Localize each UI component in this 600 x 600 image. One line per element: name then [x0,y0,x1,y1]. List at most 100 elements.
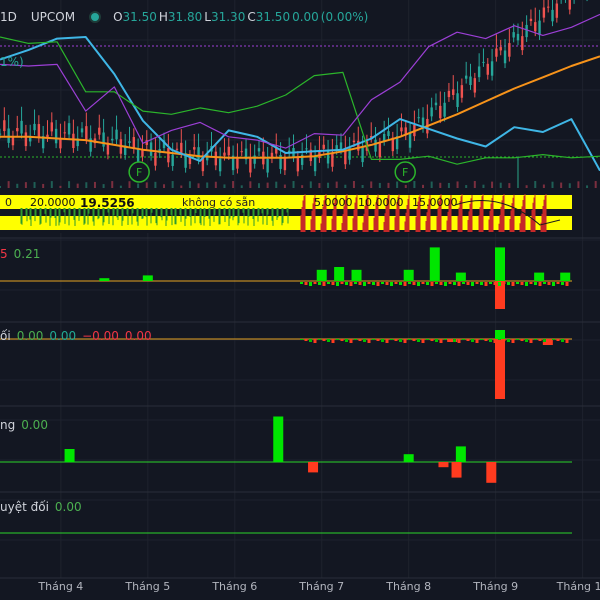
candle-body [456,93,459,108]
histogram-bar [455,446,466,462]
x-tick-label: Tháng 8 [385,580,431,593]
purple-line [0,13,600,149]
candle-body [503,50,507,64]
candle-body [257,148,261,152]
histogram-tick [408,282,411,284]
pane4-legend: uyệt đối 0.00 [0,500,88,514]
histogram-tick [556,339,560,341]
volume-bar [128,181,131,188]
histogram-bar [534,272,545,281]
symbol-label[interactable]: UPCOM [31,10,75,24]
volume-bar [551,181,554,188]
candle-body [197,147,200,160]
candle-body [171,154,174,166]
close-value: 31.50 [255,10,291,24]
candle-body [283,157,287,171]
histogram-tick [457,282,461,286]
volume-bar [171,181,174,188]
histogram-tick [502,339,506,341]
candle-body [20,120,23,134]
x-tick-label: Tháng 9 [472,580,518,593]
candle-body [490,61,494,76]
signal-marker-label: F [402,166,408,179]
pane2-v1: 0.00 [16,329,44,343]
histogram-tick [556,282,560,284]
open-key: O [113,10,123,24]
histogram-bar [438,462,449,468]
volume-bar [361,184,364,188]
volume-bar [318,183,321,188]
pane3-legend: ng 0.00 [0,418,54,432]
visibility-eye-icon[interactable] [89,11,102,23]
price-pane[interactable]: FF [0,0,600,188]
candle-body [521,36,524,51]
volume-bar [283,184,286,188]
volume-bar [206,182,209,188]
histogram-tick [489,339,492,342]
histogram-tick [345,339,348,342]
candle-body [344,150,347,165]
candle-body [128,141,131,143]
volume-bar [240,185,243,188]
volume-bar [257,183,260,188]
volume-bar [93,181,96,188]
candle-body [387,131,390,137]
histogram-tick [516,282,519,284]
histogram-tick [412,282,416,285]
histogram-bar [273,416,284,462]
band-tick-0: 0 [5,196,12,209]
candle-body [322,144,325,149]
histogram-tick [561,282,564,285]
volume-bar [413,181,416,188]
histogram-tick [367,282,371,284]
histogram-tick [322,282,326,286]
histogram-tick [390,339,393,340]
histogram-tick [511,339,515,343]
histogram-tick [399,339,402,342]
interval-label[interactable]: 1D [0,10,17,24]
histogram-tick [363,282,366,286]
candle-body [85,126,88,140]
candle-body [154,152,157,166]
candle-body [408,133,412,148]
histogram-tick [399,282,402,285]
candle-body [378,142,382,158]
candle-body [529,18,533,22]
histogram-tick [340,282,344,284]
histogram-tick [502,282,506,284]
volume-bar [85,182,88,188]
pane1-legend: 5 0.21 [0,247,46,261]
candle-body [80,128,84,133]
candle-body [167,148,170,163]
candle-body [266,158,269,173]
close-key: C [247,10,256,24]
high-key: H [158,10,168,24]
band-status-text: không có sẵn [182,196,256,209]
candle-body [508,43,511,57]
volume-bar [137,183,140,188]
histogram-tick [300,282,303,284]
histogram-tick [439,339,443,343]
candle-body [331,153,334,167]
x-tick-label: Tháng 7 [298,580,344,593]
histogram-tick [331,339,335,343]
candle-body [339,142,343,150]
volume-bar [214,181,217,188]
histogram-tick [313,282,317,284]
histogram-tick [516,339,519,340]
volume-bar [456,181,459,188]
histogram-tick [336,282,339,286]
grid-lines [0,0,600,579]
candle-body [452,89,455,96]
histogram-tick [511,282,515,286]
histogram-tick [507,339,510,342]
volume-bar [594,181,597,188]
histogram-tick [385,339,389,343]
histogram-tick [363,339,366,342]
pane4-value: 0.00 [54,500,82,514]
histogram-tick [381,339,384,342]
chart-canvas[interactable]: FF Tháng 4 Tháng 5 Tháng 6 Tháng 7 Tháng 8 Th… [0,0,600,600]
histogram-tick [543,339,546,342]
histogram-tick [489,282,492,284]
histogram-tick [435,339,438,342]
